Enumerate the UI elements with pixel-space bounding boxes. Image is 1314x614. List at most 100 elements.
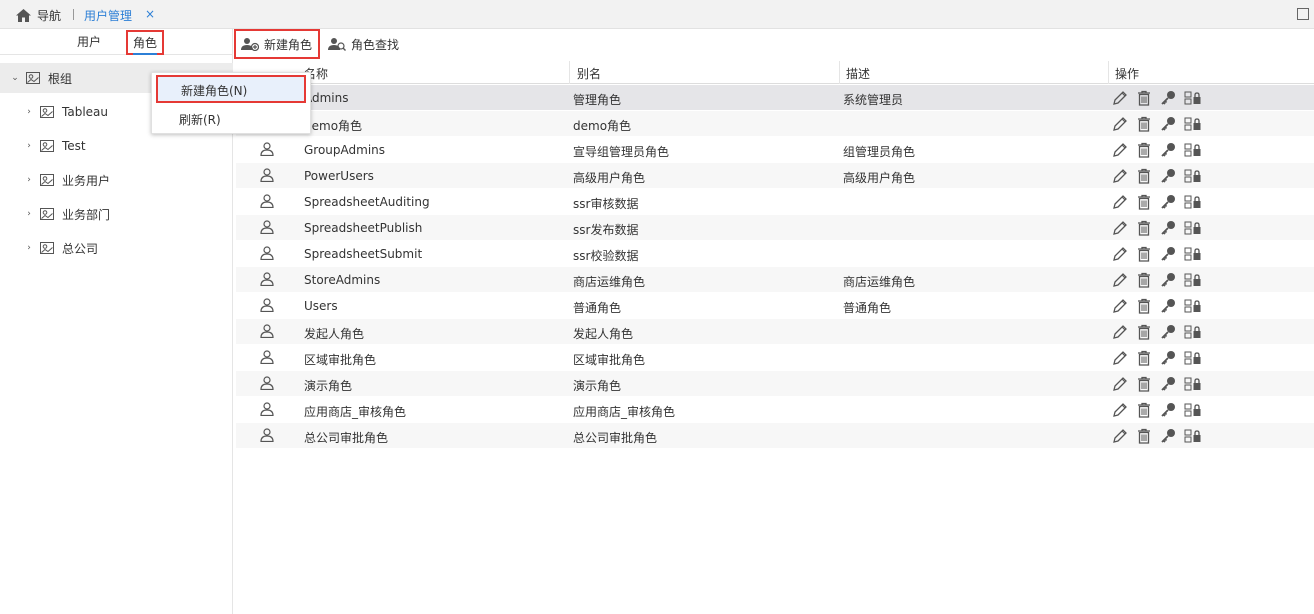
- left-tabs: 用户 角色: [0, 29, 233, 55]
- chevron-right-icon[interactable]: ›: [24, 175, 34, 185]
- delete-icon[interactable]: [1136, 193, 1160, 211]
- permission-lock-icon[interactable]: [1184, 141, 1208, 159]
- table-row[interactable]: StoreAdmins 商店运维角色 商店运维角色: [236, 267, 1314, 293]
- role-name: 发起人角色: [304, 327, 365, 341]
- new-role-button[interactable]: 新建角色: [234, 29, 320, 59]
- key-icon[interactable]: [1160, 219, 1184, 237]
- delete-icon[interactable]: [1136, 401, 1160, 419]
- table-row[interactable]: Admins 管理角色 系统管理员: [236, 85, 1314, 111]
- role-name: 应用商店_审核角色: [304, 405, 407, 419]
- key-icon[interactable]: [1160, 375, 1184, 393]
- nav-home-tab[interactable]: 导航: [16, 7, 61, 24]
- permission-lock-icon[interactable]: [1184, 349, 1208, 367]
- key-icon[interactable]: [1160, 297, 1184, 315]
- delete-icon[interactable]: [1136, 115, 1160, 133]
- key-icon[interactable]: [1160, 115, 1184, 133]
- edit-icon[interactable]: [1112, 323, 1136, 341]
- permission-lock-icon[interactable]: [1184, 375, 1208, 393]
- permission-lock-icon[interactable]: [1184, 89, 1208, 107]
- tab-user-management[interactable]: 用户管理: [84, 7, 132, 24]
- edit-icon[interactable]: [1112, 245, 1136, 263]
- permission-lock-icon[interactable]: [1184, 323, 1208, 341]
- edit-icon[interactable]: [1112, 167, 1136, 185]
- edit-icon[interactable]: [1112, 115, 1136, 133]
- permission-lock-icon[interactable]: [1184, 167, 1208, 185]
- group-icon: [40, 174, 54, 186]
- key-icon[interactable]: [1160, 89, 1184, 107]
- tree-item[interactable]: › 总公司: [0, 233, 233, 263]
- delete-icon[interactable]: [1136, 89, 1160, 107]
- chevron-right-icon[interactable]: ›: [24, 107, 34, 117]
- menu-item-refresh[interactable]: 刷新(R): [152, 106, 310, 134]
- tree-item[interactable]: › 业务部门: [0, 199, 233, 229]
- delete-icon[interactable]: [1136, 219, 1160, 237]
- key-icon[interactable]: [1160, 271, 1184, 289]
- edit-icon[interactable]: [1112, 401, 1136, 419]
- col-desc-header[interactable]: 描述: [846, 65, 870, 82]
- maximize-icon[interactable]: [1297, 8, 1309, 20]
- edit-icon[interactable]: [1112, 193, 1136, 211]
- key-icon[interactable]: [1160, 245, 1184, 263]
- table-row[interactable]: SpreadsheetPublish ssr发布数据: [236, 215, 1314, 241]
- role-name: GroupAdmins: [304, 143, 386, 157]
- menu-item-new-role[interactable]: 新建角色(N): [156, 75, 306, 103]
- key-icon[interactable]: [1160, 401, 1184, 419]
- permission-lock-icon[interactable]: [1184, 219, 1208, 237]
- table-row[interactable]: Users 普通角色 普通角色: [236, 293, 1314, 319]
- close-icon[interactable]: ×: [145, 7, 155, 21]
- permission-lock-icon[interactable]: [1184, 271, 1208, 289]
- permission-lock-icon[interactable]: [1184, 427, 1208, 445]
- edit-icon[interactable]: [1112, 427, 1136, 445]
- tab-users[interactable]: 用户: [77, 33, 101, 50]
- delete-icon[interactable]: [1136, 141, 1160, 159]
- key-icon[interactable]: [1160, 193, 1184, 211]
- permission-lock-icon[interactable]: [1184, 193, 1208, 211]
- col-alias-header[interactable]: 别名: [577, 65, 601, 82]
- delete-icon[interactable]: [1136, 245, 1160, 263]
- permission-lock-icon[interactable]: [1184, 115, 1208, 133]
- permission-lock-icon[interactable]: [1184, 401, 1208, 419]
- edit-icon[interactable]: [1112, 375, 1136, 393]
- delete-icon[interactable]: [1136, 349, 1160, 367]
- row-actions: [1112, 401, 1208, 419]
- edit-icon[interactable]: [1112, 271, 1136, 289]
- table-row[interactable]: 演示角色 演示角色: [236, 371, 1314, 397]
- delete-icon[interactable]: [1136, 271, 1160, 289]
- key-icon[interactable]: [1160, 427, 1184, 445]
- edit-icon[interactable]: [1112, 219, 1136, 237]
- table-row[interactable]: SpreadsheetAuditing ssr审核数据: [236, 189, 1314, 215]
- key-icon[interactable]: [1160, 323, 1184, 341]
- edit-icon[interactable]: [1112, 141, 1136, 159]
- tree-item[interactable]: › Test: [0, 131, 233, 161]
- table-row[interactable]: 应用商店_审核角色 应用商店_审核角色: [236, 397, 1314, 423]
- table-row[interactable]: PowerUsers 高级用户角色 高级用户角色: [236, 163, 1314, 189]
- table-row[interactable]: SpreadsheetSubmit ssr校验数据: [236, 241, 1314, 267]
- edit-icon[interactable]: [1112, 297, 1136, 315]
- chevron-right-icon[interactable]: ›: [24, 209, 34, 219]
- table-row[interactable]: 区域审批角色 区域审批角色: [236, 345, 1314, 371]
- table-row[interactable]: GroupAdmins 宣导组管理员角色 组管理员角色: [236, 137, 1314, 163]
- permission-lock-icon[interactable]: [1184, 245, 1208, 263]
- tab-roles-label: 角色: [133, 36, 158, 50]
- chevron-right-icon[interactable]: ›: [24, 243, 34, 253]
- key-icon[interactable]: [1160, 349, 1184, 367]
- find-role-button[interactable]: 角色查找: [328, 29, 399, 59]
- delete-icon[interactable]: [1136, 375, 1160, 393]
- edit-icon[interactable]: [1112, 349, 1136, 367]
- tab-roles[interactable]: 角色: [126, 30, 165, 55]
- table-row[interactable]: 总公司审批角色 总公司审批角色: [236, 423, 1314, 449]
- chevron-down-icon[interactable]: ⌄: [10, 73, 20, 83]
- permission-lock-icon[interactable]: [1184, 297, 1208, 315]
- delete-icon[interactable]: [1136, 297, 1160, 315]
- table-row[interactable]: 发起人角色 发起人角色: [236, 319, 1314, 345]
- table-row[interactable]: demo角色 demo角色: [236, 111, 1314, 137]
- edit-icon[interactable]: [1112, 89, 1136, 107]
- delete-icon[interactable]: [1136, 427, 1160, 445]
- delete-icon[interactable]: [1136, 323, 1160, 341]
- role-name: Users: [304, 299, 338, 313]
- key-icon[interactable]: [1160, 141, 1184, 159]
- chevron-right-icon[interactable]: ›: [24, 141, 34, 151]
- tree-item[interactable]: › 业务用户: [0, 165, 233, 195]
- delete-icon[interactable]: [1136, 167, 1160, 185]
- key-icon[interactable]: [1160, 167, 1184, 185]
